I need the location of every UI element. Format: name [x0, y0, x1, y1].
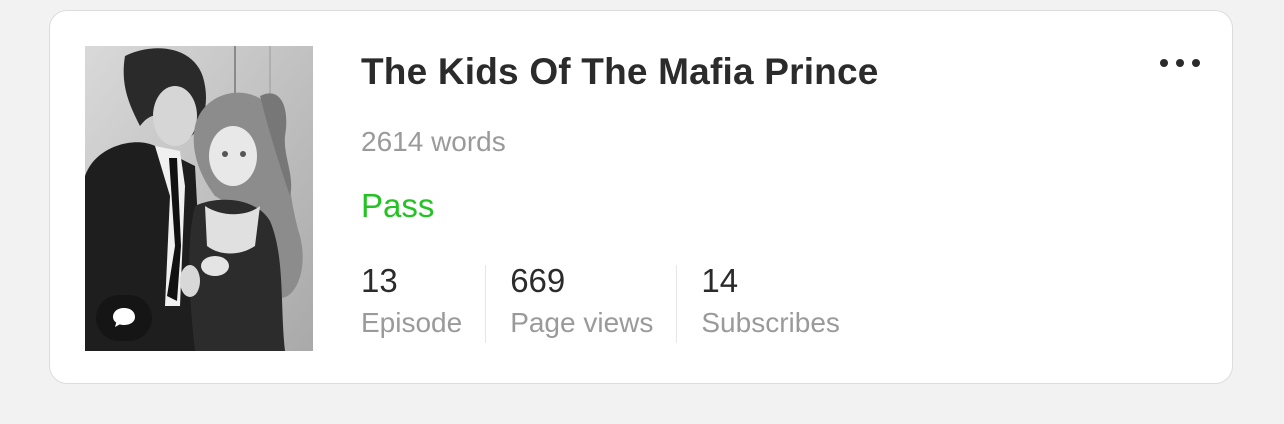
book-title[interactable]: The Kids Of The Mafia Prince: [361, 51, 879, 93]
book-card[interactable]: The Kids Of The Mafia Prince 2614 words …: [49, 10, 1233, 384]
stat-label: Page views: [510, 307, 654, 338]
chat-bubble-glyph: [113, 308, 135, 327]
book-cover-image[interactable]: [85, 46, 313, 351]
stat-value: 13: [361, 262, 398, 299]
stat-value: 669: [510, 262, 566, 299]
stat-label: Subscribes: [701, 307, 840, 338]
review-status: Pass: [361, 187, 435, 224]
stat-label: Episode: [361, 307, 463, 338]
more-horizontal-icon: [1160, 59, 1200, 67]
stat-page-views: 669 Page views: [510, 261, 678, 347]
stat-episode: 13 Episode: [361, 261, 487, 347]
chat-bubble-icon[interactable]: [96, 295, 152, 341]
stats-row: 13 Episode 669 Page views 14 Subscribes: [361, 261, 888, 347]
more-options-button[interactable]: [1150, 49, 1210, 77]
stat-subscribes: 14 Subscribes: [701, 261, 864, 347]
word-count: 2614 words: [361, 126, 506, 157]
stat-value: 14: [701, 262, 739, 299]
book-info: The Kids Of The Mafia Prince 2614 words …: [361, 11, 1232, 383]
